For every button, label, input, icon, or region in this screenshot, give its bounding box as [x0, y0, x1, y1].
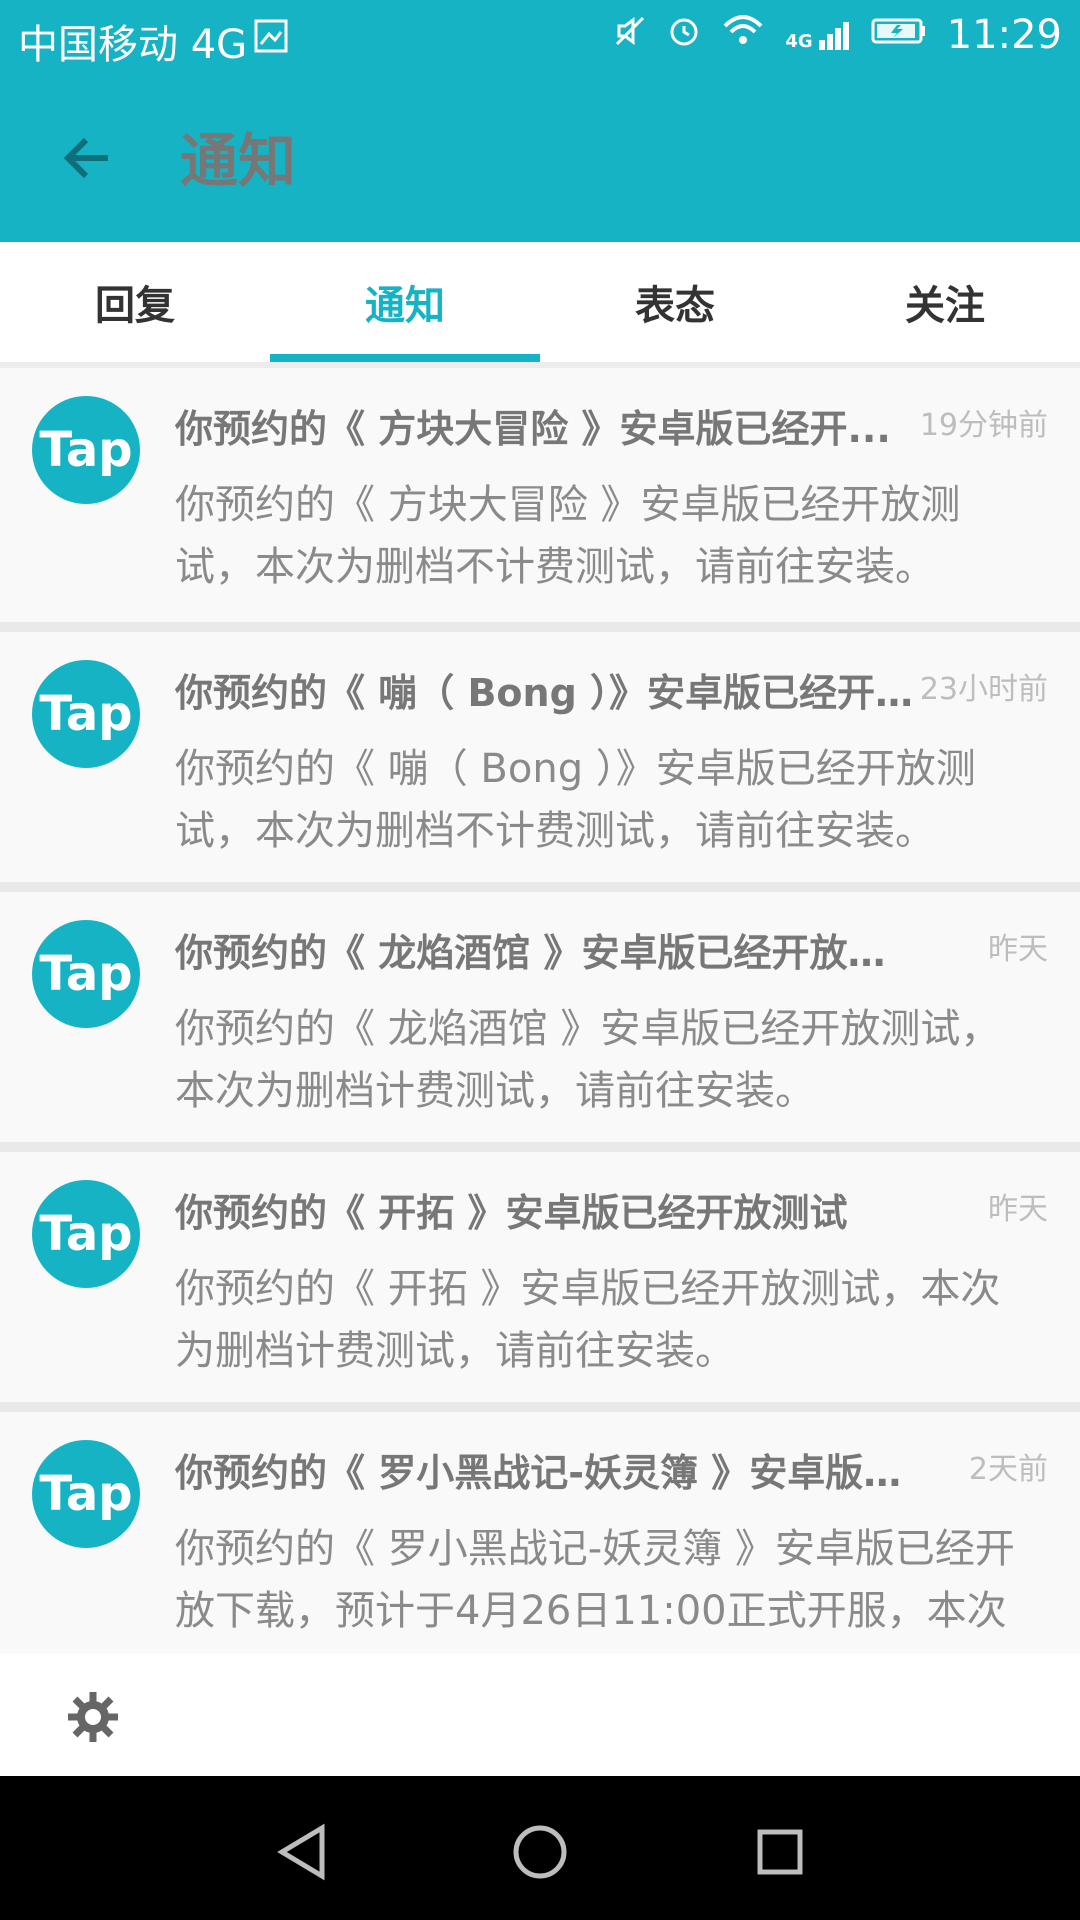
- notification-item[interactable]: Tap 你预约的《 方块大冒险 》安卓版已经开... 19分钟前 你预约的《 方…: [0, 362, 1080, 622]
- notification-body: 你预约的《 罗小黑战记-妖灵簿 》安卓版已经开放下载，预计于4月26日11:00…: [175, 1526, 1015, 1634]
- mute-icon: [613, 12, 647, 58]
- notification-title: 你预约的《 开拓 》安卓版已经开放测试: [175, 1191, 848, 1235]
- settings-bar: [0, 1654, 1080, 1776]
- triangle-left-icon[interactable]: [272, 1822, 332, 1882]
- notification-item[interactable]: Tap 你预约的《 罗小黑战记-妖灵簿 》安卓版已... 2天前 你预约的《 罗…: [0, 1402, 1080, 1654]
- notification-body: 你预约的《 龙焰酒馆 》安卓版已经开放测试，本次为删档计费测试，请前往安装。: [175, 1006, 1001, 1114]
- notification-title: 你预约的《 嘣（ Bong ）》安卓版已经开...: [175, 671, 915, 715]
- battery-icon: [871, 12, 927, 58]
- page-title: 通知: [180, 127, 297, 195]
- tap-avatar: Tap: [32, 396, 140, 504]
- notification-item[interactable]: Tap 你预约的《 开拓 》安卓版已经开放测试 昨天 你预约的《 开拓 》安卓版…: [0, 1142, 1080, 1402]
- notification-item[interactable]: Tap 你预约的《 龙焰酒馆 》安卓版已经开放测试 昨天 你预约的《 龙焰酒馆 …: [0, 882, 1080, 1142]
- tab-notification[interactable]: 通知: [270, 242, 540, 362]
- notification-list: Tap 你预约的《 方块大冒险 》安卓版已经开... 19分钟前 你预约的《 方…: [0, 362, 1080, 1654]
- notification-title: 你预约的《 方块大冒险 》安卓版已经开...: [175, 407, 891, 451]
- notification-body: 你预约的《 开拓 》安卓版已经开放测试，本次为删档计费测试，请前往安装。: [175, 1266, 1001, 1374]
- tap-avatar: Tap: [32, 920, 140, 1028]
- square-recent-icon[interactable]: [750, 1822, 810, 1882]
- notification-time: 昨天: [988, 932, 1048, 967]
- notification-body: 你预约的《 方块大冒险 》安卓版已经开放测试，本次为删档不计费测试，请前往安装。: [175, 482, 961, 590]
- notification-title: 你预约的《 罗小黑战记-妖灵簿 》安卓版已...: [175, 1451, 915, 1495]
- notification-title: 你预约的《 龙焰酒馆 》安卓版已经开放测试: [175, 931, 915, 975]
- tab-reply[interactable]: 回复: [0, 242, 270, 362]
- wifi-icon: [721, 12, 765, 58]
- tab-bar: 回复 通知 表态 关注: [0, 242, 1080, 362]
- status-bar: 中国移动 4G 4G 11:29: [0, 0, 1080, 74]
- carrier-text: 中国移动 4G: [18, 22, 248, 68]
- notification-time: 23小时前: [919, 672, 1048, 707]
- tab-reaction[interactable]: 表态: [540, 242, 810, 362]
- tab-follow[interactable]: 关注: [810, 242, 1080, 362]
- notification-body: 你预约的《 嘣（ Bong ）》安卓版已经开放测试，本次为删档不计费测试，请前往…: [175, 746, 976, 854]
- signal-icon: 4G: [785, 18, 850, 52]
- tap-avatar: Tap: [32, 1440, 140, 1548]
- clock-time: 11:29: [946, 12, 1062, 58]
- app-bar: 通知: [0, 74, 1080, 242]
- circle-home-icon[interactable]: [510, 1822, 570, 1882]
- tap-avatar: Tap: [32, 1180, 140, 1288]
- notification-item[interactable]: Tap 你预约的《 嘣（ Bong ）》安卓版已经开... 23小时前 你预约的…: [0, 622, 1080, 882]
- back-button[interactable]: [56, 126, 120, 190]
- notification-time: 昨天: [988, 1192, 1048, 1227]
- alarm-icon: [667, 12, 701, 58]
- tap-avatar: Tap: [32, 660, 140, 768]
- settings-button[interactable]: [66, 1690, 120, 1744]
- notification-time: 2天前: [968, 1452, 1048, 1487]
- gear-icon: [68, 1692, 118, 1742]
- notification-time: 19分钟前: [919, 408, 1048, 443]
- image-icon: [253, 18, 289, 64]
- system-navigation-bar: [0, 1776, 1080, 1920]
- arrow-left-icon: [63, 137, 108, 179]
